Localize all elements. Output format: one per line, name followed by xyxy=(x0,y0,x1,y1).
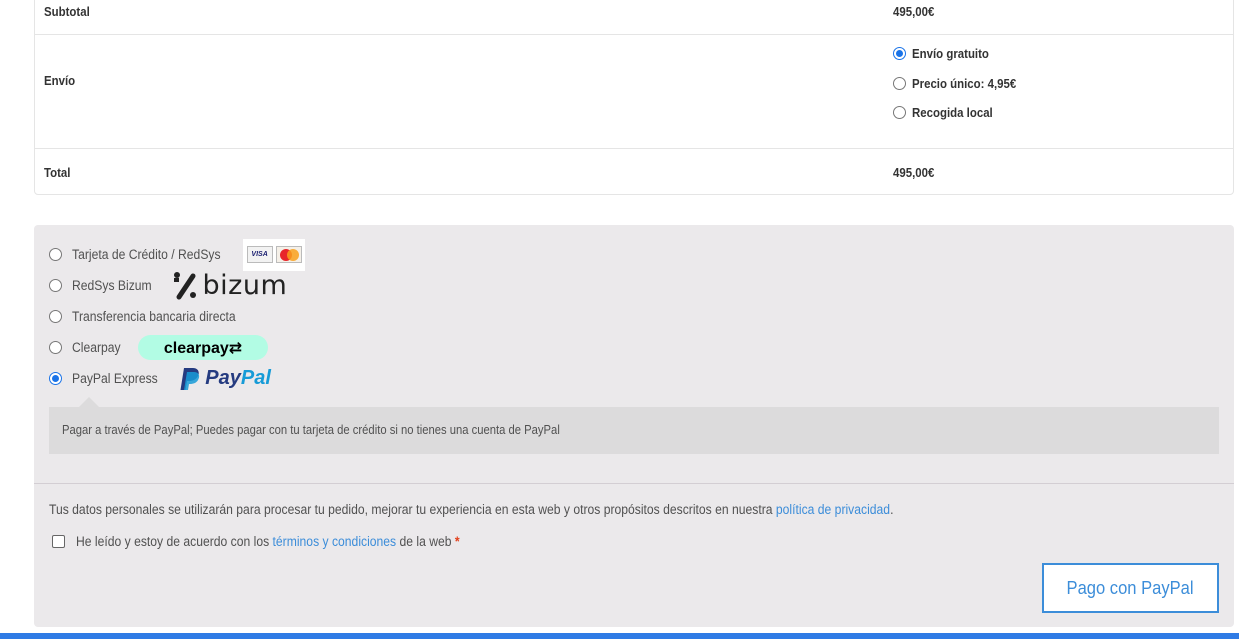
shipping-option-flat-rate[interactable]: Precio único: 4,95€ xyxy=(893,69,1031,99)
payment-method-label: Tarjeta de Crédito / RedSys xyxy=(72,247,221,262)
subtotal-row: Subtotal 495,00€ xyxy=(35,0,1233,35)
shipping-radio-flat-rate[interactable] xyxy=(893,76,906,90)
payment-method-label: RedSys Bizum xyxy=(72,278,152,293)
bizum-mark-icon xyxy=(173,271,196,299)
payment-method-redsys-card[interactable]: Tarjeta de Crédito / RedSys VISA xyxy=(49,238,306,271)
privacy-notice: Tus datos personales se utilizarán para … xyxy=(49,502,893,517)
payment-method-paypal-express[interactable]: PayPal Express PayPal xyxy=(49,363,305,394)
terms-link[interactable]: términos y condiciones xyxy=(273,534,397,549)
payment-methods-list: Tarjeta de Crédito / RedSys VISA RedSys … xyxy=(49,238,306,394)
payment-radio-bizum[interactable] xyxy=(49,279,62,292)
privacy-text: Tus datos personales se utilizarán para … xyxy=(49,502,776,517)
payment-method-label: PayPal Express xyxy=(72,371,158,386)
shipping-radio-local-pickup[interactable] xyxy=(893,106,906,120)
terms-text: He leído y estoy de acuerdo con los xyxy=(76,534,273,549)
visa-mastercard-icon: VISA xyxy=(243,238,306,271)
paypal-wordmark-pal: Pal xyxy=(240,367,271,389)
shipping-option-local-pickup[interactable]: Recogida local xyxy=(893,98,1031,128)
payment-method-bank-transfer[interactable]: Transferencia bancaria directa xyxy=(49,301,305,332)
payment-methods-box: Tarjeta de Crédito / RedSys VISA RedSys … xyxy=(34,225,1234,627)
total-label: Total xyxy=(44,165,71,180)
payment-method-bizum[interactable]: RedSys Bizum bizum xyxy=(49,270,305,301)
subtotal-value: 495,00€ xyxy=(893,4,935,19)
payment-method-label: Transferencia bancaria directa xyxy=(72,309,236,324)
privacy-policy-link[interactable]: política de privacidad xyxy=(776,502,890,517)
divider xyxy=(34,483,1234,484)
bottom-bar xyxy=(0,633,1239,639)
paypal-logo: PayPal xyxy=(179,367,271,391)
terms-checkbox[interactable] xyxy=(52,535,65,548)
terms-label: He leído y estoy de acuerdo con los térm… xyxy=(76,534,460,549)
payment-method-label: Clearpay xyxy=(72,340,121,355)
subtotal-label: Subtotal xyxy=(44,4,90,19)
shipping-option-label: Envío gratuito xyxy=(912,46,989,62)
terms-row: He leído y estoy de acuerdo con los térm… xyxy=(52,534,502,549)
pay-with-paypal-button[interactable]: Pago con PayPal xyxy=(1042,563,1219,613)
terms-end: de la web xyxy=(396,534,455,549)
bizum-logo: bizum xyxy=(173,270,288,301)
shipping-label: Envío xyxy=(44,73,76,88)
shipping-radio-free[interactable] xyxy=(893,47,906,61)
shipping-options: Envío gratuito Precio único: 4,95€ Recog… xyxy=(893,39,1031,128)
shipping-option-label: Precio único: 4,95€ xyxy=(912,75,1017,91)
payment-method-clearpay[interactable]: Clearpay clearpay⇄ xyxy=(49,332,305,363)
shipping-row: Envío Envío gratuito Precio único: 4,95€… xyxy=(35,35,1233,149)
visa-icon: VISA xyxy=(246,246,273,263)
total-value: 495,00€ xyxy=(893,165,935,180)
paypal-p-icon xyxy=(180,367,200,390)
paypal-wordmark-pay: Pay xyxy=(205,367,241,389)
order-totals-table: Subtotal 495,00€ Envío Envío gratuito Pr… xyxy=(34,0,1234,195)
pay-button-label: Pago con PayPal xyxy=(1066,577,1195,598)
bizum-wordmark: bizum xyxy=(202,270,288,301)
shipping-option-free[interactable]: Envío gratuito xyxy=(893,39,1031,69)
shipping-option-label: Recogida local xyxy=(912,105,993,121)
payment-radio-paypal-express[interactable] xyxy=(49,372,62,385)
clearpay-logo: clearpay⇄ xyxy=(138,335,269,360)
payment-radio-redsys-card[interactable] xyxy=(49,248,62,261)
paypal-description-box: Pagar a través de PayPal; Puedes pagar c… xyxy=(49,397,1219,454)
required-mark: * xyxy=(454,534,460,549)
privacy-end: . xyxy=(890,502,894,517)
mastercard-icon xyxy=(275,246,302,263)
paypal-wordmark: PayPal xyxy=(205,367,271,390)
total-row: Total 495,00€ xyxy=(35,149,1233,196)
payment-radio-bank-transfer[interactable] xyxy=(49,310,62,323)
payment-radio-clearpay[interactable] xyxy=(49,341,62,354)
paypal-description: Pagar a través de PayPal; Puedes pagar c… xyxy=(62,423,560,437)
